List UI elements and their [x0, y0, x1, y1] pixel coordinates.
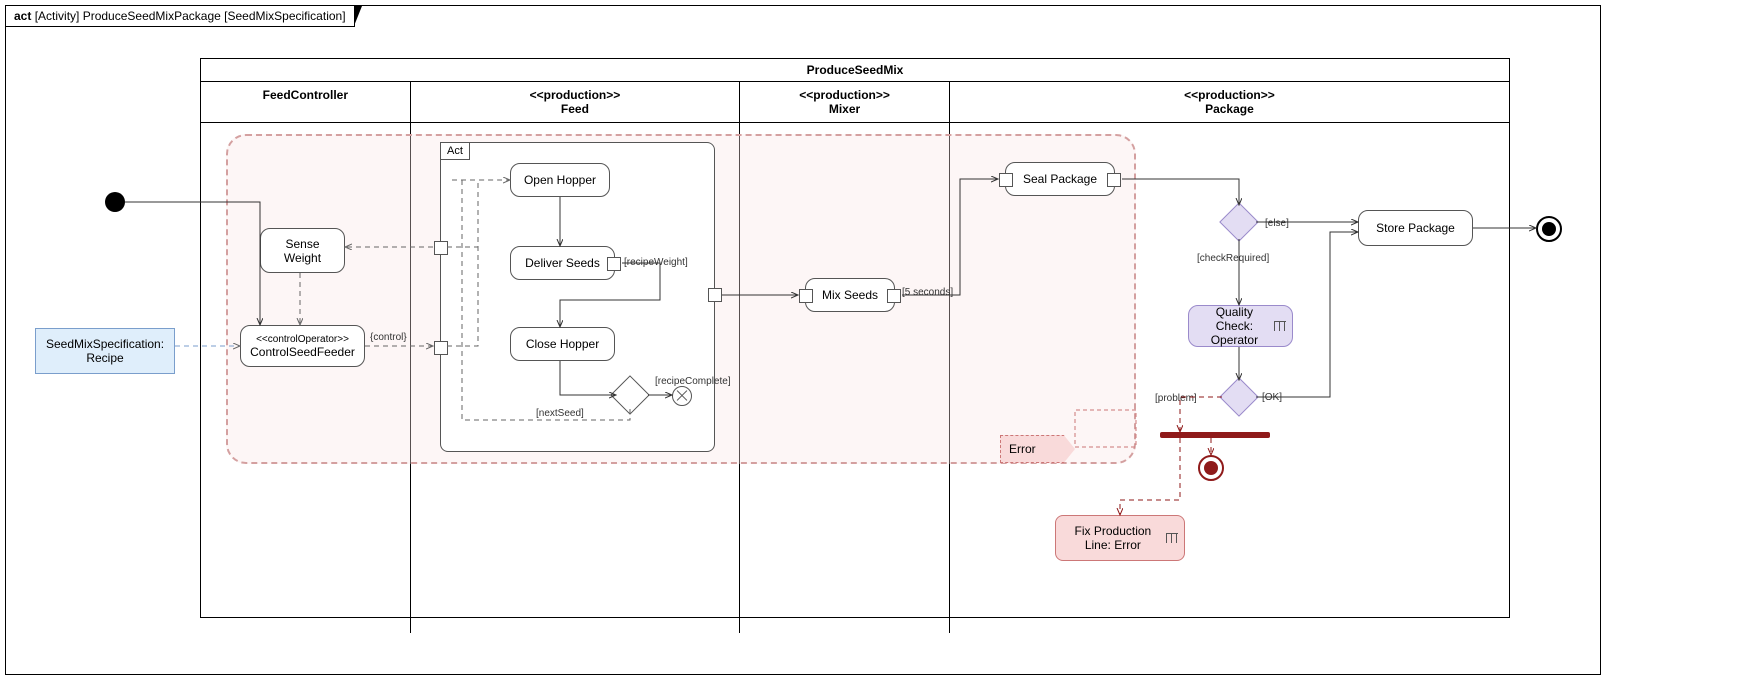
action-label: Mix Seeds — [822, 288, 878, 302]
action-quality-check: Quality Check: Operator — [1188, 305, 1293, 347]
guard-recipeweight: [recipeWeight] — [624, 257, 688, 268]
action-label: ControlSeedFeeder — [250, 345, 355, 359]
lane-stereo: <<production>> — [746, 88, 943, 102]
signal-error: Error — [1000, 435, 1075, 463]
pin-mix-in — [799, 289, 813, 303]
frame-type: [Activity] — [35, 9, 80, 23]
action-label: Sense Weight — [273, 237, 332, 265]
lane-name: FeedController — [207, 88, 404, 102]
action-mix-seeds: Mix Seeds — [805, 278, 895, 312]
guard-else: [else] — [1265, 218, 1289, 229]
lane-head-feed: <<production>> Feed — [411, 82, 741, 122]
action-close-hopper: Close Hopper — [510, 327, 615, 361]
final-dot — [1204, 461, 1218, 475]
action-seal-package: Seal Package — [1005, 162, 1115, 196]
struct-tab: Act — [440, 142, 470, 160]
lane-name: Feed — [417, 102, 734, 116]
lane-head-mixer: <<production>> Mixer — [740, 82, 950, 122]
pin-seal-out — [1107, 173, 1121, 187]
lane-stereo: <<production>> — [956, 88, 1503, 102]
pin-seal-in — [999, 173, 1013, 187]
frame-name: ProduceSeedMixPackage — [83, 9, 221, 23]
guard-nextseed: [nextSeed] — [536, 408, 584, 419]
action-store-package: Store Package — [1358, 210, 1473, 246]
lane-stereo: <<production>> — [417, 88, 734, 102]
activity-final — [1536, 216, 1562, 242]
action-deliver-seeds: Deliver Seeds — [510, 246, 615, 280]
action-control-seed-feeder: <<controlOperator>> ControlSeedFeeder — [240, 325, 365, 367]
lane-name: Package — [956, 102, 1503, 116]
error-final — [1198, 455, 1224, 481]
pin-recipeweight — [607, 257, 621, 271]
action-label: Store Package — [1376, 221, 1455, 235]
pin-feed-out — [708, 288, 722, 302]
frame-label: act [Activity] ProduceSeedMixPackage [Se… — [5, 5, 355, 27]
initial-node — [105, 192, 125, 212]
guard-ok: [OK] — [1262, 392, 1282, 403]
lane-head-feedcontroller: FeedController — [201, 82, 411, 122]
lanes-header: FeedController <<production>> Feed <<pro… — [201, 82, 1509, 123]
action-sense-weight: Sense Weight — [260, 228, 345, 273]
guard-control: {control} — [370, 332, 407, 343]
action-label: Close Hopper — [526, 337, 599, 351]
frame-param: [SeedMixSpecification] — [224, 9, 345, 23]
final-dot — [1542, 222, 1556, 236]
lane-name: Mixer — [746, 102, 943, 116]
pin-control — [434, 341, 448, 355]
guard-5sec: [5 seconds] — [902, 287, 953, 298]
action-label: Deliver Seeds — [525, 256, 600, 270]
signal-label: Error — [1009, 442, 1036, 456]
action-label: Quality Check: Operator — [1201, 305, 1268, 347]
signal-label: Fix Production Line: Error — [1066, 524, 1160, 552]
action-label: Seal Package — [1023, 172, 1097, 186]
fork-bar — [1160, 432, 1270, 438]
flow-final — [672, 386, 692, 406]
rake-icon — [1274, 321, 1280, 331]
pin-mix-out — [887, 289, 901, 303]
swimlane-title: ProduceSeedMix — [201, 59, 1509, 82]
action-open-hopper: Open Hopper — [510, 163, 610, 197]
guard-recipecomplete: [recipeComplete] — [655, 376, 731, 387]
action-stereo: <<controlOperator>> — [256, 334, 349, 345]
input-parameter: SeedMixSpecification: Recipe — [35, 328, 175, 374]
signal-fix-production: Fix Production Line: Error — [1055, 515, 1185, 561]
guard-problem: [problem] — [1155, 393, 1197, 404]
pin-sense — [434, 241, 448, 255]
frame-kind: act — [14, 9, 31, 23]
guard-checkrequired: [checkRequired] — [1197, 253, 1269, 264]
rake-icon — [1166, 533, 1174, 543]
action-label: Open Hopper — [524, 173, 596, 187]
input-label: SeedMixSpecification: Recipe — [46, 337, 164, 365]
lane-head-package: <<production>> Package — [950, 82, 1509, 122]
